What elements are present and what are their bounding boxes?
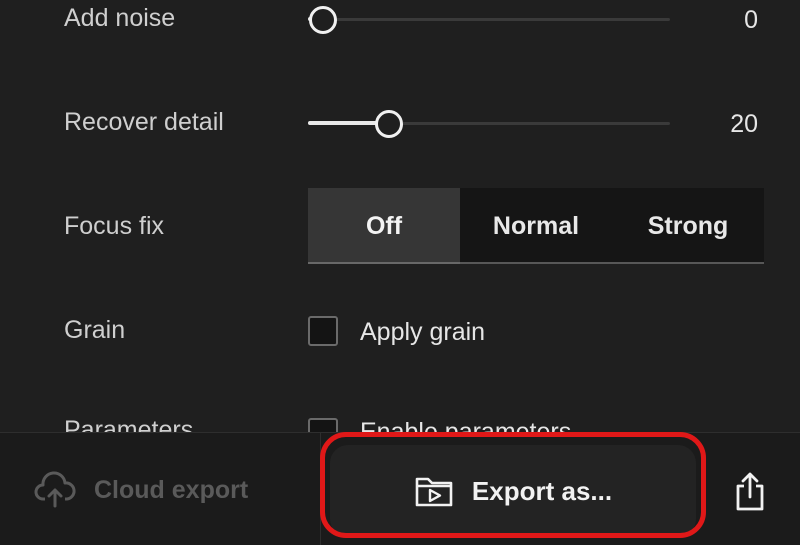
grain-label: Grain [64,316,126,344]
settings-panel: Add noise 0 Recover detail 20 Focus fix … [0,0,800,432]
export-as-button[interactable]: Export as... [330,445,696,537]
focus-fix-option-off[interactable]: Off [308,188,460,264]
focus-fix-option-normal[interactable]: Normal [460,188,612,264]
apply-grain-label[interactable]: Apply grain [360,318,485,347]
recover-detail-thumb[interactable] [374,110,403,138]
add-noise-thumb[interactable] [309,6,338,34]
recover-detail-label: Recover detail [64,108,224,136]
share-button[interactable] [726,467,774,515]
cloud-upload-icon [34,471,76,508]
focus-fix-label: Focus fix [64,212,165,240]
recover-detail-slider[interactable] [308,104,670,144]
export-as-label: Export as... [471,475,613,506]
add-noise-slider[interactable] [308,0,670,40]
footer-divider [320,433,321,545]
focus-fix-option-strong[interactable]: Strong [612,188,764,264]
cloud-export-label: Cloud export [94,475,249,504]
parameters-label: Parameters [64,416,194,432]
focus-fix-segmented-control: Off Normal Strong [308,188,764,264]
segmented-edge [308,260,764,264]
share-icon [736,472,764,511]
add-noise-value: 0 [744,6,758,34]
folder-play-icon [415,477,453,507]
enable-parameters-checkbox[interactable] [308,418,338,432]
recover-detail-value: 20 [730,110,758,138]
apply-grain-checkbox[interactable] [308,316,338,346]
export-footer: Cloud export Export as... [0,432,800,545]
add-noise-label: Add noise [64,4,176,32]
enable-parameters-label[interactable]: Enable parameters [360,418,571,432]
add-noise-track [308,18,670,21]
cloud-export-button[interactable]: Cloud export [34,465,248,515]
